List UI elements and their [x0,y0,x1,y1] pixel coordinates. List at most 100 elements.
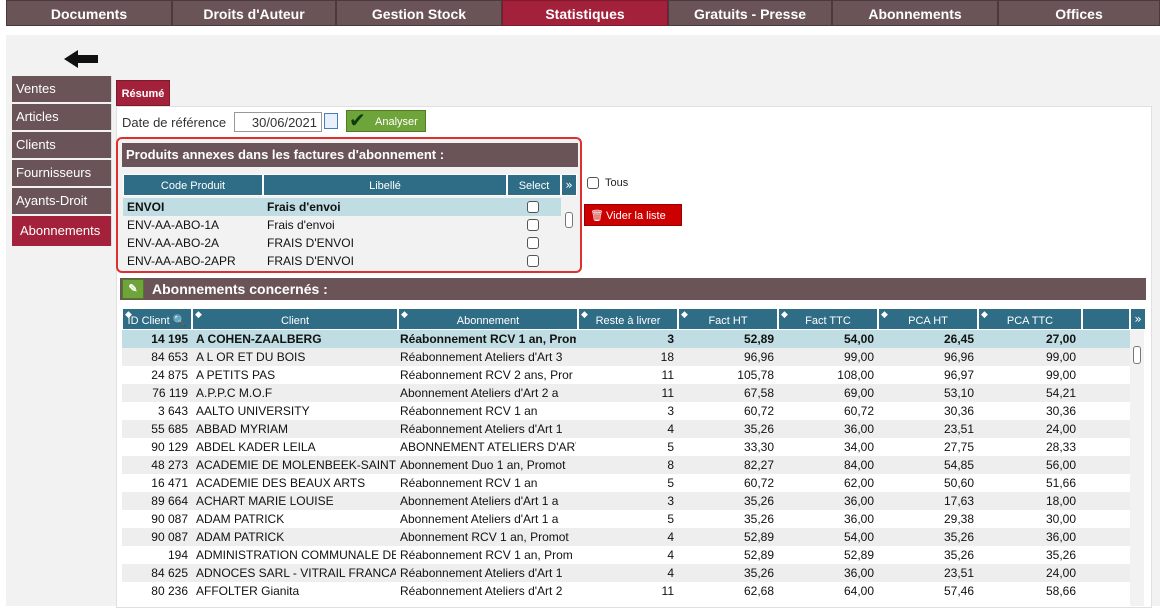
select-checkbox[interactable] [527,255,539,267]
tab-abonnements[interactable]: Abonnements [832,0,998,26]
column-chooser-icon[interactable]: » [1130,308,1146,330]
cell-pca-ttc: 58,66 [1045,584,1076,598]
table-row[interactable]: ENV-AA-ABO-2A FRAIS D'ENVOI [123,234,561,252]
cell-code: ENV-AA-ABO-2APR [127,254,236,268]
cell-code: ENV-AA-ABO-1A [127,218,220,232]
table-row[interactable]: ENV-AA-ABO-2APR FRAIS D'ENVOI [123,252,561,270]
sidebar-item-fournisseurs[interactable]: Fournisseurs [12,160,112,186]
date-input[interactable]: 30/06/2021 [234,112,322,132]
cell-reste: 4 [667,566,674,580]
cell-id-client: 194 [167,548,188,562]
select-checkbox[interactable] [527,219,539,231]
cell-id-client: 55 685 [151,422,188,436]
scrollbar-thumb[interactable] [565,212,573,228]
vider-liste-button[interactable]: 🗑 Vider la liste [584,204,682,226]
table-row[interactable]: ENVOI Frais d'envoi [123,198,561,216]
analyser-button[interactable]: ✔ Analyser [346,110,426,132]
cell-abonnement: Réabonnement Ateliers d'Art 1 [400,422,563,436]
tous-checkbox[interactable]: Tous [587,177,628,190]
cell-client: ACADEMIE DES BEAUX ARTS [196,476,366,490]
cell-fact-ht: 52,89 [743,332,774,346]
tab-resume[interactable]: Résumé [116,80,170,106]
back-arrow-icon[interactable] [62,48,102,70]
select-checkbox[interactable] [527,237,539,249]
tab-gestion-stock[interactable]: Gestion Stock [336,0,502,26]
table-row[interactable]: 90 087 ADAM PATRICK Abonnement RCV 1 an, P… [122,528,1130,546]
col-id-client[interactable]: ◆ ID Client 🔍 [122,308,192,330]
col-abonnement[interactable]: ◆ Abonnement [398,308,578,330]
sidebar-item-abonnements[interactable]: Abonnements [12,216,112,246]
cell-abonnement: Réabonnement RCV 2 ans, Pror [400,368,573,382]
scrollbar-thumb[interactable] [1133,346,1141,364]
table-row[interactable]: 84 653 A L OR ET DU BOIS Réabonnement Atel… [122,348,1130,366]
col-fact-ttc[interactable]: ◆ Fact TTC [778,308,878,330]
cell-client: A PETITS PAS [196,368,276,382]
cell-code: ENVOI [127,200,165,214]
table-row[interactable]: 76 119 A.P.P.C M.O.F Abonnement Ateliers d… [122,384,1130,402]
col-pca-ht[interactable]: ◆ PCA HT [878,308,978,330]
col-code-produit[interactable]: Code Produit [123,174,263,196]
col-select[interactable]: Select [507,174,561,196]
cell-reste: 11 [661,386,674,400]
table-row[interactable]: 55 685 ABBAD MYRIAM Réabonnement Ateliers … [122,420,1130,438]
cell-id-client: 84 625 [151,566,188,580]
annexes-scrollbar[interactable] [562,198,576,270]
cell-abonnement: Réabonnement Ateliers d'Art 2 [400,584,563,598]
cell-fact-ttc: 36,00 [843,494,874,508]
header-filler [1082,308,1130,330]
col-libelle[interactable]: Libellé [263,174,507,196]
column-chooser-icon[interactable]: » [561,174,577,196]
cell-client: AFFOLTER Gianita [196,584,300,598]
cell-pca-ht: 35,26 [943,548,974,562]
cell-abonnement: Réabonnement RCV 1 an, Prom [400,332,576,346]
cell-pca-ttc: 30,36 [1045,404,1076,418]
cell-abonnement: Abonnement Ateliers d'Art 1 a [400,494,559,508]
table-row[interactable]: 89 664 ACHART MARIE LOUISE Abonnement Atel… [122,492,1130,510]
table-row[interactable]: 48 273 ACADEMIE DE MOLENBEEK-SAINT JI Abon… [122,456,1130,474]
cell-fact-ttc: 84,00 [843,458,874,472]
magic-wand-icon[interactable]: ✎ [122,279,144,299]
cell-pca-ttc: 56,00 [1045,458,1076,472]
sidebar-item-ventes[interactable]: Ventes [12,76,112,102]
cell-reste: 18 [660,350,674,364]
tab-gratuits-presse[interactable]: Gratuits - Presse [668,0,832,26]
cell-pca-ttc: 35,26 [1045,548,1076,562]
cell-id-client: 48 273 [151,458,188,472]
table-row[interactable]: 14 195 A COHEN-ZAALBERG Réabonnement RCV 1… [122,330,1130,348]
sidebar-item-clients[interactable]: Clients [12,132,112,158]
cell-pca-ttc: 27,00 [1045,332,1076,346]
cell-fact-ttc: 64,00 [843,584,874,598]
table-row[interactable]: 194 ADMINISTRATION COMMUNALE DE L Réabonne… [122,546,1130,564]
cell-pca-ttc: 54,21 [1045,386,1076,400]
col-pca-ttc[interactable]: ◆ PCA TTC [978,308,1082,330]
table-row[interactable]: 90 129 ABDEL KADER LEILA ABONNEMENT ATELIE… [122,438,1130,456]
table-row[interactable]: 84 625 ADNOCES SARL - VITRAIL FRANCAIS Réa… [122,564,1130,582]
col-client[interactable]: ◆ Client [192,308,398,330]
cell-id-client: 3 643 [157,404,188,418]
table-row[interactable]: 90 087 ADAM PATRICK Abonnement Ateliers d'… [122,510,1130,528]
table-row[interactable]: 16 471 ACADEMIE DES BEAUX ARTS Réabonnemen… [122,474,1130,492]
cell-id-client: 90 087 [151,530,188,544]
sidebar-item-articles[interactable]: Articles [12,104,112,130]
tab-statistiques[interactable]: Statistiques [502,0,668,26]
col-fact-ht[interactable]: ◆ Fact HT [678,308,778,330]
cell-client: ACADEMIE DE MOLENBEEK-SAINT JI [196,458,396,472]
table-row[interactable]: ENV-AA-ABO-1A Frais d'envoi [123,216,561,234]
calendar-icon[interactable] [324,113,338,129]
cell-fact-ht: 62,68 [743,584,774,598]
abonnements-scrollbar[interactable] [1130,330,1144,606]
tab-offices[interactable]: Offices [998,0,1160,26]
tab-droits-auteur[interactable]: Droits d'Auteur [172,0,336,26]
table-row[interactable]: 24 875 A PETITS PAS Réabonnement RCV 2 ans… [122,366,1130,384]
table-row[interactable]: 80 236 AFFOLTER Gianita Réabonnement Ateli… [122,582,1130,600]
tous-checkbox-box[interactable] [587,177,599,190]
cell-libelle: FRAIS D'ENVOI [267,236,354,250]
sidebar-item-ayants-droit[interactable]: Ayants-Droit [12,188,112,214]
col-reste[interactable]: ◆ Reste à livrer [578,308,678,330]
cell-reste: 3 [667,404,674,418]
tab-documents[interactable]: Documents [6,0,172,26]
table-row[interactable]: 3 643 AALTO UNIVERSITY Réabonnement RCV 1 … [122,402,1130,420]
select-checkbox[interactable] [527,201,539,213]
cell-abonnement: Abonnement Ateliers d'Art 1 a [400,512,559,526]
cell-fact-ht: 35,26 [743,512,774,526]
